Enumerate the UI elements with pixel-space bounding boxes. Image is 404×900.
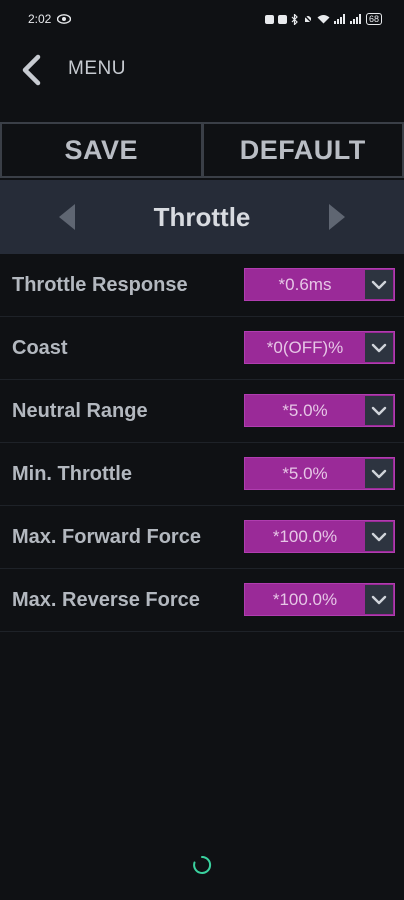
coast-select[interactable]: *0(OFF)% [244,331,395,364]
chevron-down-icon[interactable] [365,396,393,425]
bluetooth-icon [291,13,298,25]
max-reverse-force-select[interactable]: *100.0% [244,583,395,616]
menu-title[interactable]: MENU [68,58,126,80]
setting-row-neutral-range: Neutral Range *5.0% [0,380,404,443]
setting-label: Min. Throttle [12,463,132,485]
select-value: *100.0% [272,590,338,609]
chevron-down-icon[interactable] [365,585,393,614]
setting-label: Neutral Range [12,400,148,422]
status-bar: 2:02 68 [0,0,404,38]
wifi-icon [317,15,330,24]
setting-label: Throttle Response [12,274,188,296]
status-left: 2:02 [28,12,72,26]
setting-label: Coast [12,337,68,359]
notification-icon [277,14,287,24]
max-forward-force-select[interactable]: *100.0% [244,520,395,553]
status-right: 68 [264,13,382,25]
min-throttle-select[interactable]: *5.0% [244,457,395,490]
select-value: *5.0% [282,464,328,483]
settings-list: Throttle Response *0.6ms Coast *0(OFF)% … [0,254,404,632]
select-value: *0(OFF)% [266,338,344,357]
top-bar: MENU [0,38,404,102]
triangle-right-icon[interactable] [326,202,348,232]
signal-icon-2 [349,14,361,24]
chevron-left-icon[interactable] [18,52,46,88]
nfc-icon [264,14,274,24]
mute-icon [303,14,313,24]
select-value: *100.0% [272,527,338,546]
section-title: Throttle [153,201,251,232]
setting-row-min-throttle: Min. Throttle *5.0% [0,443,404,506]
loading-spinner-icon [193,855,212,874]
chevron-down-icon[interactable] [365,270,393,299]
select-value: *0.6ms [278,275,332,294]
action-bar: SAVE DEFAULT [0,122,404,180]
section-pager: Throttle [0,180,404,254]
setting-label: Max. Forward Force [12,526,201,548]
battery-indicator: 68 [365,13,382,25]
chevron-down-icon[interactable] [365,522,393,551]
chevron-down-icon[interactable] [365,459,393,488]
chevron-down-icon[interactable] [365,333,393,362]
throttle-response-select[interactable]: *0.6ms [244,268,395,301]
setting-row-coast: Coast *0(OFF)% [0,317,404,380]
status-time: 2:02 [28,12,52,26]
select-value: *5.0% [282,401,328,420]
triangle-left-icon[interactable] [56,202,78,232]
setting-row-throttle-response: Throttle Response *0.6ms [0,254,404,317]
default-button[interactable]: DEFAULT [202,122,404,178]
setting-label: Max. Reverse Force [12,589,200,611]
neutral-range-select[interactable]: *5.0% [244,394,395,427]
setting-row-max-reverse-force: Max. Reverse Force *100.0% [0,569,404,632]
eye-icon [57,14,72,24]
save-button[interactable]: SAVE [0,122,203,178]
setting-row-max-forward-force: Max. Forward Force *100.0% [0,506,404,569]
signal-icon [333,14,345,24]
